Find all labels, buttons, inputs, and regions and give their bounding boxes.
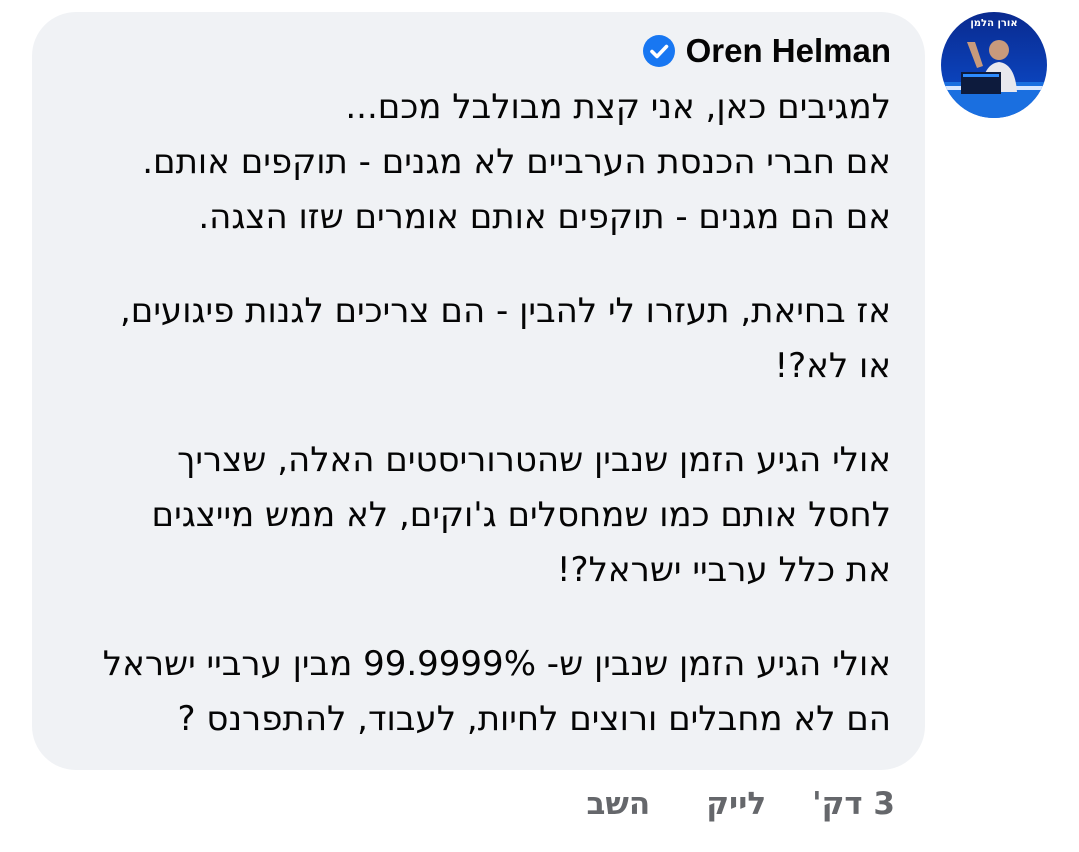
comment-bubble: Oren Helman למגיבים כאן, אני קצת מבולבל … <box>32 12 925 770</box>
author-name[interactable]: Oren Helman <box>686 31 891 71</box>
comment-line: אם חברי הכנסת הערביים לא מגנים - תוקפים … <box>142 142 891 182</box>
comment-line: או לא?! <box>774 346 891 386</box>
author-row: Oren Helman <box>642 31 891 71</box>
comment-line: אם הם מגנים - תוקפים אותם אומרים שזו הצג… <box>198 197 891 237</box>
comment-line: אולי הגיע הזמן שנבין ש- 99.9999% מבין ער… <box>102 644 891 684</box>
comment-line: הם לא מחבלים ורוצים לחיות, לעבוד, להתפרנ… <box>177 699 891 739</box>
author-avatar[interactable]: אורן הלמן <box>941 12 1047 118</box>
comment-line: לחסל אותם כמו שמחסלים ג'וקים, לא ממש מיי… <box>151 495 891 535</box>
comment-line: את כלל ערביי ישראל?! <box>556 550 891 590</box>
comment-line: למגיבים כאן, אני קצת מבולבל מכם... <box>345 87 891 127</box>
comment-line: אולי הגיע הזמן שנבין שהטרוריסטים האלה, ש… <box>177 440 891 480</box>
avatar-logo-text: אורן הלמן <box>970 18 1017 29</box>
comment-actions: 3 דק' לייק השב <box>587 786 895 822</box>
verified-badge-icon <box>642 34 676 68</box>
like-button[interactable]: לייק <box>706 786 766 822</box>
comment-timestamp[interactable]: 3 דק' <box>812 786 895 822</box>
comment-text: למגיבים כאן, אני קצת מבולבל מכם... אם חב… <box>41 80 891 747</box>
reply-button[interactable]: השב <box>587 786 651 822</box>
comment-line: אז בחיאת, תעזרו לי להבין - הם צריכים לגנ… <box>119 291 891 331</box>
